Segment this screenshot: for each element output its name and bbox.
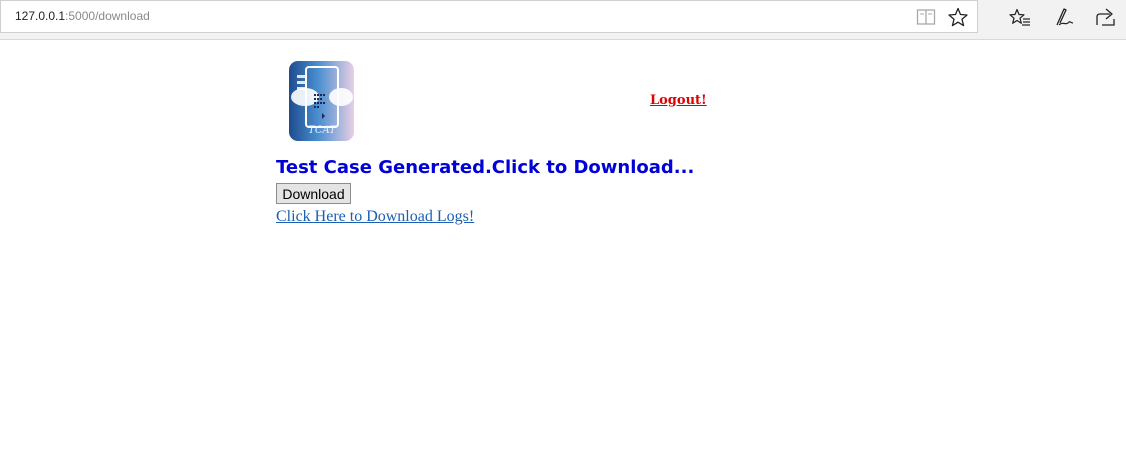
reading-view-icon[interactable] — [914, 5, 938, 29]
pen-ink-icon[interactable] — [1052, 5, 1076, 29]
download-logs-link[interactable]: Click Here to Download Logs! — [276, 208, 474, 226]
browser-toolbar: 127.0.0.1:5000/download — [0, 0, 1126, 40]
logo-text: TCAT — [308, 125, 337, 136]
url-path: :5000/download — [65, 9, 150, 23]
logout-link[interactable]: Logout! — [650, 93, 707, 108]
favorite-star-icon[interactable] — [946, 5, 970, 29]
address-bar[interactable]: 127.0.0.1:5000/download — [0, 0, 978, 33]
url-host: 127.0.0.1 — [15, 9, 66, 23]
share-icon[interactable] — [1094, 5, 1118, 29]
favorites-list-icon[interactable] — [1008, 6, 1032, 30]
page-heading: Test Case Generated.Click to Download... — [276, 157, 695, 178]
download-button[interactable]: Download — [276, 183, 351, 204]
tcat-logo: TCAT — [289, 61, 354, 141]
url-text[interactable]: 127.0.0.1:5000/download — [15, 9, 150, 23]
